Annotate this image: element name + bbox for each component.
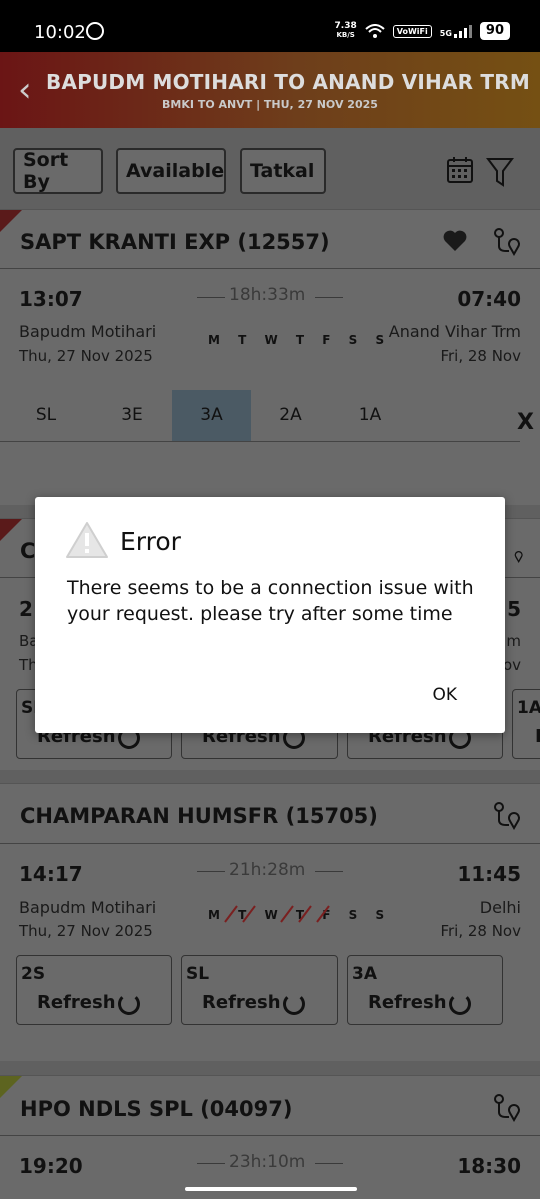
duration: 18h:33m <box>229 285 306 305</box>
train-name: HPO NDLS SPL (04097) <box>20 1097 293 1121</box>
to-date: Fri, 28 Nov <box>440 922 521 940</box>
route-map-icon[interactable] <box>492 800 522 830</box>
class-availability-box[interactable]: 2S Refresh <box>16 955 172 1025</box>
dialog-message: There seems to be a connection issue wit… <box>67 577 474 625</box>
heart-icon[interactable] <box>442 229 468 253</box>
status-ribbon <box>0 1076 22 1098</box>
from-station: Bapudm Motihari <box>19 322 157 341</box>
duration: 23h:10m <box>229 1152 306 1172</box>
refresh-label: F <box>535 726 540 747</box>
error-dialog: Error There seems to be a connection iss… <box>35 497 505 733</box>
departure-time: 14:17 <box>19 862 83 886</box>
route-title: BAPUDM MOTIHARI TO ANAND VIHAR TRM <box>46 70 530 94</box>
battery-icon: 90 <box>479 22 510 40</box>
train-card[interactable]: HPO NDLS SPL (04097) 19:20 23h:10m 18:30 <box>0 1075 540 1199</box>
whatsapp-icon <box>86 22 104 40</box>
refresh-icon <box>283 993 305 1015</box>
refresh-label: Refresh <box>37 992 116 1013</box>
wifi-icon <box>365 23 385 38</box>
divider <box>0 268 540 269</box>
arrival-time: 5 <box>507 597 521 621</box>
status-ribbon <box>0 210 22 232</box>
network-speed: 7.38 KB/S <box>334 21 357 40</box>
filter-funnel-icon[interactable] <box>486 156 514 188</box>
class-tab-2a[interactable]: 2A <box>251 405 330 425</box>
divider <box>0 843 540 844</box>
status-ribbon <box>0 519 22 541</box>
run-days: M T W T F S S <box>208 333 392 347</box>
route-map-icon[interactable] <box>492 1092 522 1122</box>
train-name: C <box>20 539 36 563</box>
train-name: CHAMPARAN HUMSFR (15705) <box>20 804 378 828</box>
signal-icon: 5G <box>440 24 472 38</box>
train-card[interactable]: SAPT KRANTI EXP (12557) 13:07 18h:33m 07… <box>0 209 540 505</box>
route-subtitle: BMKI TO ANVT | THU, 27 NOV 2025 <box>162 98 378 111</box>
class-tab-sl[interactable]: SL <box>0 405 92 425</box>
dash <box>315 1163 343 1164</box>
to-station: m <box>506 632 521 650</box>
refresh-label: Refresh <box>202 992 281 1013</box>
warning-icon <box>66 522 108 558</box>
arrival-time: 07:40 <box>457 287 521 311</box>
class-tab-3e[interactable]: 3E <box>92 405 172 425</box>
dash <box>315 297 343 298</box>
gesture-nav-bar[interactable] <box>185 1187 357 1191</box>
class-code: 1A <box>517 698 540 718</box>
class-code: 3A <box>352 964 377 984</box>
route-map-icon[interactable] <box>492 226 522 256</box>
class-availability-box[interactable]: SL Refresh <box>181 955 338 1025</box>
dash <box>197 1163 225 1164</box>
duration: 21h:28m <box>229 860 306 880</box>
vowifi-badge: VoWiFi <box>392 24 432 38</box>
class-tab-3a[interactable]: 3A <box>172 390 251 441</box>
dash <box>315 871 343 872</box>
refresh-icon <box>449 993 471 1015</box>
available-filter-button[interactable]: Available <box>116 148 226 194</box>
train-card[interactable]: CHAMPARAN HUMSFR (15705) 14:17 21h:28m 1… <box>0 783 540 1061</box>
status-icons: 7.38 KB/S VoWiFi 5G 90 <box>335 22 510 40</box>
route-header: ‹ BAPUDM MOTIHARI TO ANAND VIHAR TRM BMK… <box>0 52 540 128</box>
class-tab-1a[interactable]: 1A <box>330 405 410 425</box>
clock: 10:02 <box>34 22 86 43</box>
dash <box>197 871 225 872</box>
class-availability-box[interactable]: 1A F <box>512 689 540 759</box>
route-map-icon[interactable] <box>504 543 524 563</box>
class-tabs: SL 3E 3A 2A 1A <box>0 390 520 442</box>
departure-time: 19:20 <box>19 1154 83 1178</box>
to-station: Delhi <box>479 898 521 917</box>
close-classes-icon[interactable]: X <box>517 410 534 435</box>
sort-by-button[interactable]: Sort By <box>13 148 103 194</box>
class-code: SL <box>186 964 210 984</box>
refresh-label: Refresh <box>368 992 447 1013</box>
class-availability-box[interactable]: 3A Refresh <box>347 955 503 1025</box>
ok-button[interactable]: OK <box>428 681 461 709</box>
dialog-title: Error <box>120 527 181 556</box>
from-date: Thu, 27 Nov 2025 <box>19 922 153 940</box>
class-code: 2S <box>21 964 46 984</box>
divider <box>0 1135 540 1136</box>
tatkal-filter-button[interactable]: Tatkal <box>240 148 326 194</box>
from-date: Thu, 27 Nov 2025 <box>19 347 153 365</box>
to-date: Fri, 28 Nov <box>440 347 521 365</box>
calendar-icon[interactable] <box>446 156 474 184</box>
dash <box>197 297 225 298</box>
cancelled-days-strikes <box>224 905 330 923</box>
departure-time: 13:07 <box>19 287 83 311</box>
to-station: Anand Vihar Trm <box>388 322 521 341</box>
from-station: Bapudm Motihari <box>19 898 157 917</box>
train-name: SAPT KRANTI EXP (12557) <box>20 230 330 254</box>
to-date: ov <box>502 656 521 674</box>
status-bar: 10:02 7.38 KB/S VoWiFi 5G 90 <box>0 0 540 52</box>
arrival-time: 18:30 <box>457 1154 521 1178</box>
arrival-time: 11:45 <box>457 862 521 886</box>
refresh-icon <box>118 993 140 1015</box>
